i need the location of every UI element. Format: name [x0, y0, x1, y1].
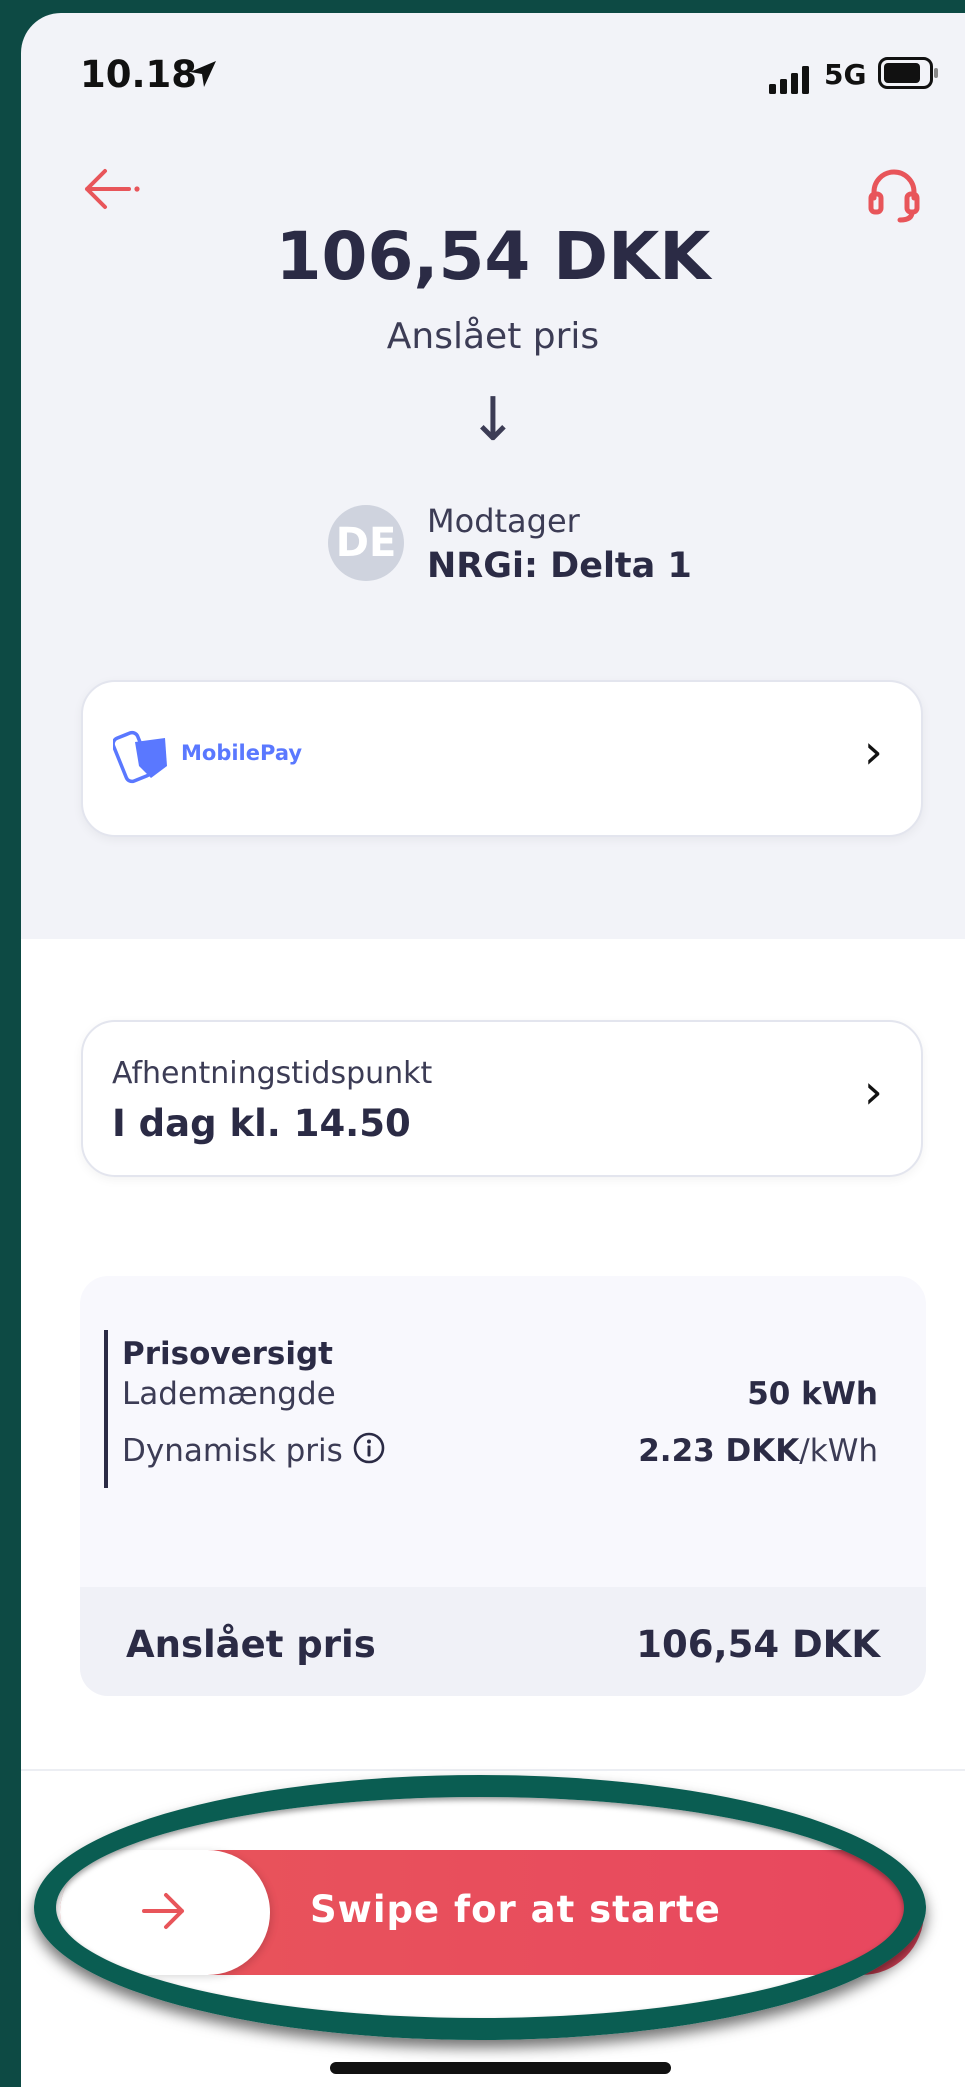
- battery-icon: [878, 57, 938, 89]
- payment-method-label: MobilePay: [181, 741, 303, 765]
- signal-icon: [769, 66, 809, 94]
- dynamic-price-value: 2.23 DKK/kWh: [638, 1433, 878, 1469]
- status-time: 10.18: [80, 53, 198, 96]
- headset-icon[interactable]: [866, 164, 922, 224]
- price-total-row: Anslået pris 106,54 DKK: [80, 1587, 926, 1696]
- location-arrow-icon: [190, 61, 216, 87]
- total-value: 106,54 DKK: [636, 1623, 880, 1666]
- chevron-right-icon: ›: [863, 724, 883, 780]
- total-label: Anslået pris: [126, 1623, 376, 1666]
- arrow-down-icon: ↓: [467, 385, 519, 455]
- recipient-name: NRGi: Delta 1: [427, 546, 692, 586]
- amount-title: 106,54 DKK: [275, 218, 711, 295]
- dynamic-price-label: Dynamisk pris: [122, 1433, 343, 1469]
- pickup-time-card[interactable]: Afhentningstidspunkt I dag kl. 14.50 ›: [81, 1020, 923, 1177]
- charge-amount-label: Lademængde: [122, 1376, 336, 1412]
- price-overview: Prisoversigt Lademængde 50 kWh Dynamisk …: [80, 1276, 926, 1696]
- arrow-left-icon[interactable]: [81, 165, 143, 213]
- recipient-avatar: DE: [328, 505, 404, 581]
- recipient-label: Modtager: [427, 502, 580, 540]
- pickup-value: I dag kl. 14.50: [112, 1102, 411, 1145]
- network-type: 5G: [824, 58, 867, 91]
- annotation-highlight-ellipse: [34, 1775, 926, 2040]
- info-icon[interactable]: [352, 1431, 386, 1465]
- mobilepay-logo-icon: [113, 730, 167, 784]
- chevron-right-icon: ›: [863, 1064, 883, 1120]
- amount-caption: Anslået pris: [386, 316, 600, 357]
- summary-accent-bar: [104, 1330, 108, 1488]
- home-indicator: [330, 2062, 671, 2074]
- payment-method-card[interactable]: MobilePay ›: [81, 680, 923, 837]
- pickup-label: Afhentningstidspunkt: [112, 1056, 433, 1091]
- price-overview-title: Prisoversigt: [122, 1336, 333, 1372]
- charge-amount-value: 50 kWh: [747, 1376, 878, 1412]
- divider: [21, 1769, 965, 1771]
